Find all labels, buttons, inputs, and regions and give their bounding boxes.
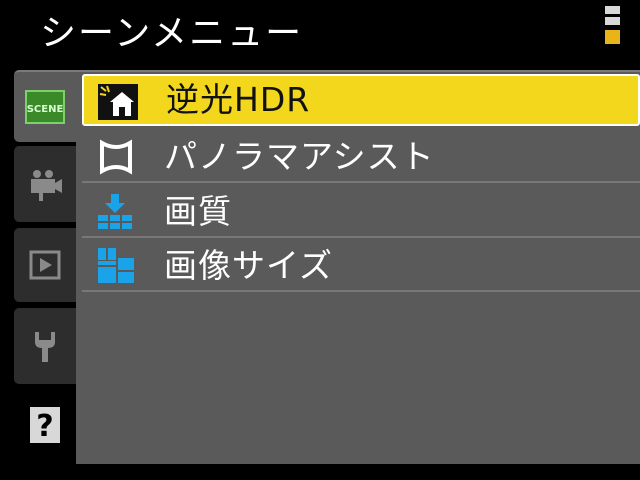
panorama-assist-icon bbox=[100, 139, 132, 175]
scene-tab-icon: SCENE bbox=[25, 90, 65, 124]
backlight-hdr-icon bbox=[98, 84, 138, 120]
page-title: シーンメニュー bbox=[40, 13, 304, 54]
svg-text:SCENE: SCENE bbox=[27, 104, 64, 115]
camera-menu-screen: シーンメニュー SCENE ? 逆光HDR パノラマアシスト 画質 画像サイズ bbox=[0, 0, 640, 480]
tab-playback[interactable] bbox=[14, 228, 76, 302]
movie-camera-icon bbox=[31, 170, 62, 201]
playback-icon bbox=[29, 250, 61, 280]
tab-movie[interactable] bbox=[14, 146, 76, 222]
tab-help[interactable]: ? bbox=[14, 390, 76, 460]
menu-item-label: パノラマアシスト bbox=[164, 137, 435, 176]
wrench-icon bbox=[35, 332, 55, 362]
tab-setup[interactable] bbox=[14, 308, 76, 384]
svg-text:?: ? bbox=[36, 409, 53, 444]
menu-item-image-quality[interactable]: 画質 bbox=[82, 186, 640, 238]
tab-scene[interactable]: SCENE bbox=[14, 70, 76, 142]
menu-item-label: 逆光HDR bbox=[166, 80, 311, 119]
menu-item-image-size[interactable]: 画像サイズ bbox=[82, 240, 640, 292]
menu-item-panorama-assist[interactable]: パノラマアシスト bbox=[82, 131, 640, 183]
image-quality-icon bbox=[98, 194, 132, 229]
menu-panel: 逆光HDR パノラマアシスト 画質 画像サイズ bbox=[76, 70, 640, 464]
help-icon: ? bbox=[30, 407, 60, 444]
battery-icon bbox=[605, 6, 620, 44]
menu-item-label: 画像サイズ bbox=[164, 246, 334, 285]
menu-item-backlight-hdr[interactable]: 逆光HDR bbox=[82, 74, 640, 126]
menu-item-label: 画質 bbox=[164, 192, 232, 231]
image-size-icon bbox=[98, 248, 134, 283]
